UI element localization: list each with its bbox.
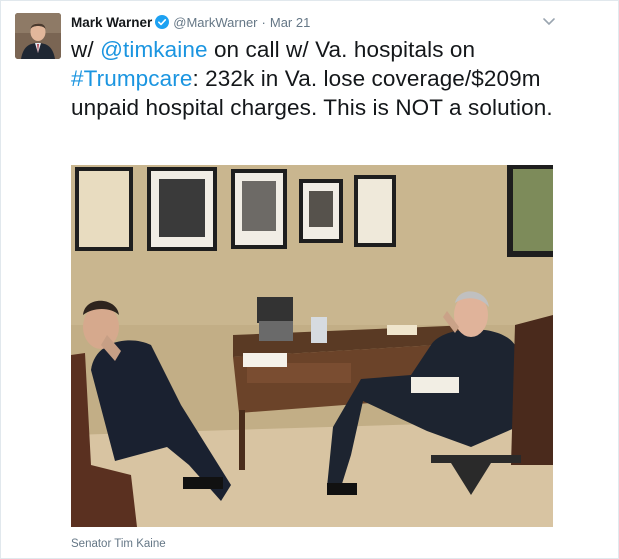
chevron-down-icon[interactable] (542, 15, 556, 27)
tweet-photo[interactable] (71, 165, 553, 527)
tweet-text: w/ @timkaine on call w/ Va. hospitals on… (71, 35, 591, 122)
author-handle[interactable]: @MarkWarner (173, 15, 257, 30)
avatar[interactable] (15, 13, 61, 59)
tweet-header: Mark Warner @MarkWarner · Mar 21 (71, 13, 310, 31)
tweet-card: Mark Warner @MarkWarner · Mar 21 w/ @tim… (0, 0, 619, 559)
media-caption: Senator Tim Kaine (71, 538, 166, 550)
tweet-text-prefix: w/ (71, 37, 101, 62)
tweet-text-middle: on call w/ Va. hospitals on (207, 37, 476, 62)
mention-link[interactable]: @timkaine (100, 37, 208, 62)
tweet-timestamp[interactable]: Mar 21 (270, 15, 310, 30)
author-name[interactable]: Mark Warner (71, 15, 152, 30)
hashtag-link[interactable]: #Trumpcare (71, 66, 192, 91)
verified-badge-icon (155, 15, 170, 29)
separator-dot: · (261, 14, 266, 30)
